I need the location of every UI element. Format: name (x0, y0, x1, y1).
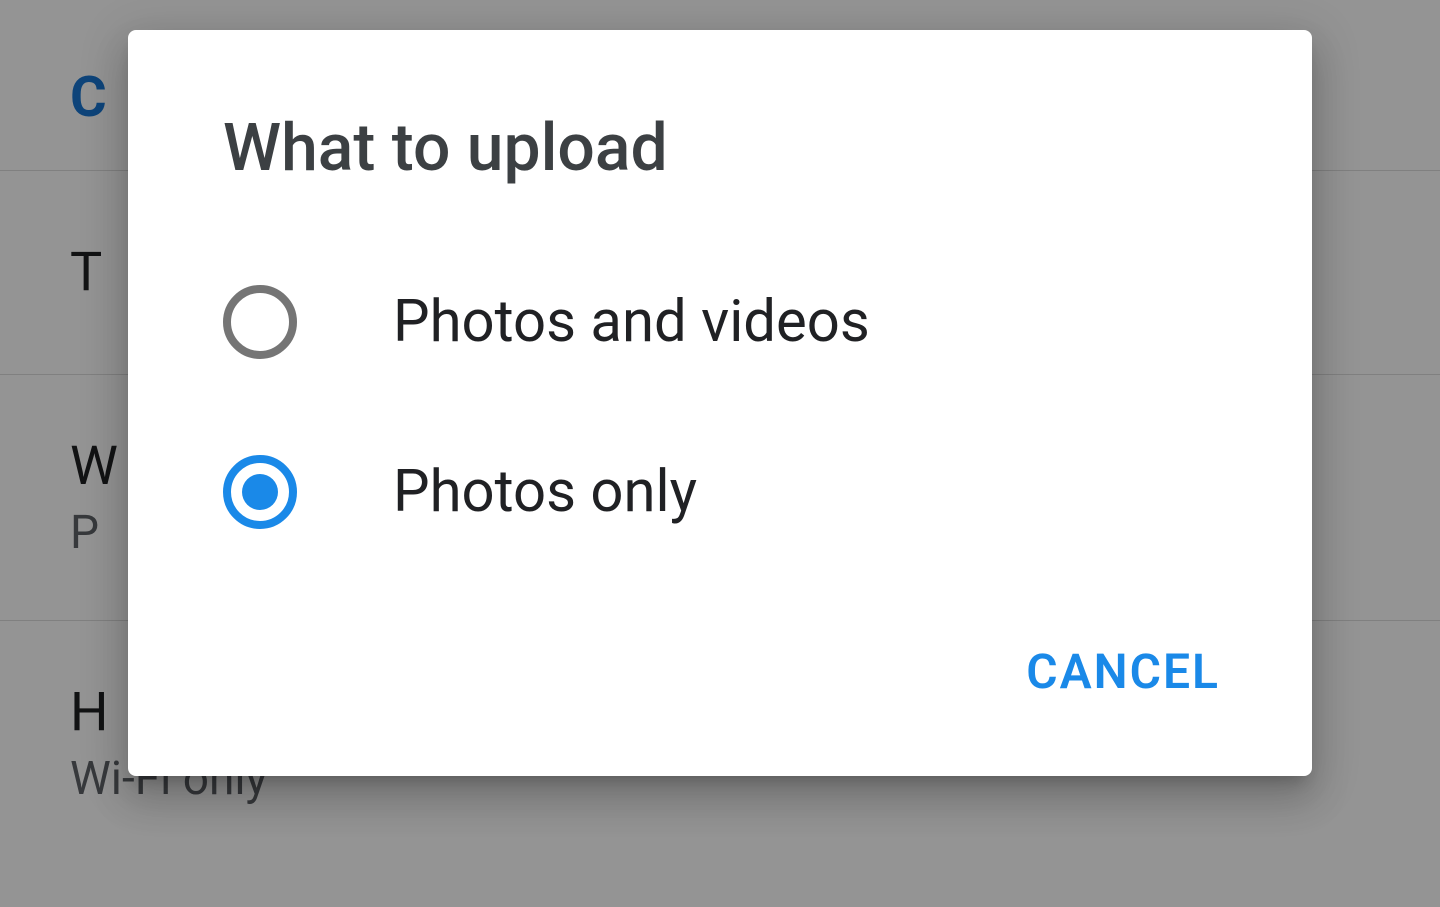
radio-option-photos-only[interactable]: Photos only (128, 407, 1312, 577)
radio-label: Photos and videos (393, 288, 870, 356)
modal-overlay[interactable]: What to upload Photos and videos Photos … (0, 0, 1440, 907)
radio-label: Photos only (393, 458, 697, 526)
radio-option-photos-and-videos[interactable]: Photos and videos (128, 237, 1312, 407)
cancel-button[interactable]: CANCEL (994, 627, 1252, 716)
what-to-upload-dialog: What to upload Photos and videos Photos … (128, 30, 1312, 776)
dialog-title: What to upload (128, 110, 1312, 237)
dialog-actions: CANCEL (128, 577, 1312, 746)
radio-unchecked-icon (223, 285, 297, 359)
radio-checked-icon (223, 455, 297, 529)
